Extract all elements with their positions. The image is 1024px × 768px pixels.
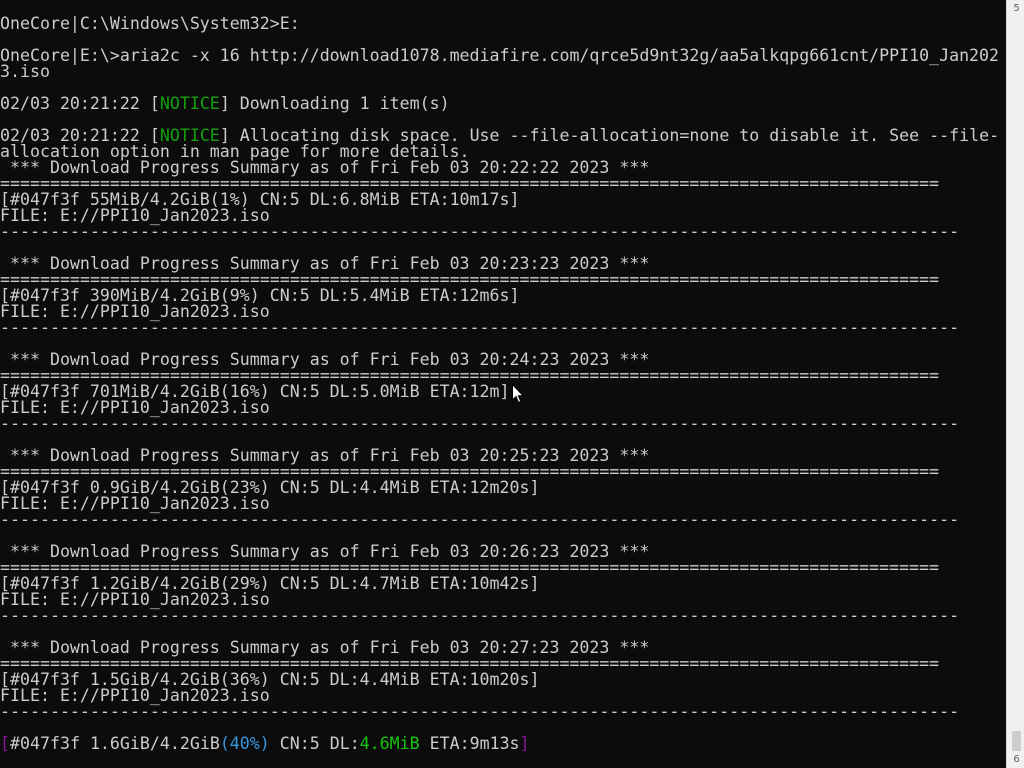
download-eta: ETA:9m13s [419,734,520,753]
scroll-down-button[interactable]: 6 [1008,751,1024,768]
notice-log-line: 02/03 20:21:22 [NOTICE] Downloading 1 it… [0,94,450,113]
connection-count: CN:5 DL: [269,734,360,753]
console-line: ----------------------------------------… [0,222,960,241]
log-message: ] Downloading 1 item(s) [219,94,450,113]
scroll-thumb[interactable] [1012,731,1021,751]
notice-tag: NOTICE [159,94,220,113]
console-line: OneCore|E:\>aria2c -x 16 http://download… [0,46,1000,65]
console-line: ----------------------------------------… [0,318,960,337]
status-close-bracket: ] [519,734,530,753]
live-progress-line: [#047f3f 1.6GiB/4.2GiB(40%) CN:5 DL:4.6M… [0,734,530,753]
console-line: ----------------------------------------… [0,702,960,721]
console-window[interactable]: OneCore|C:\Windows\System32>E: OneCore|E:… [0,0,1006,768]
status-open-bracket: [ [0,734,10,753]
log-timestamp-prefix: 02/03 20:21:22 [ [0,94,160,113]
download-speed: 4.6MiB [359,734,420,753]
console-line: ----------------------------------------… [0,606,960,625]
console-line: OneCore|C:\Windows\System32>E: [0,14,300,33]
scroll-track[interactable] [1008,17,1024,751]
download-gid: #047f3f [10,734,80,753]
scroll-up-button[interactable]: 5 [1008,0,1024,17]
console-line: ----------------------------------------… [0,510,960,529]
vertical-scrollbar[interactable]: 5 6 [1006,0,1024,768]
download-progress-size: 1.6GiB/4.2GiB [89,734,220,753]
console-line: ----------------------------------------… [0,414,960,433]
console-line: 3.iso [0,62,50,81]
download-percent: (40%) [219,734,270,753]
mouse-pointer-icon [512,384,524,404]
